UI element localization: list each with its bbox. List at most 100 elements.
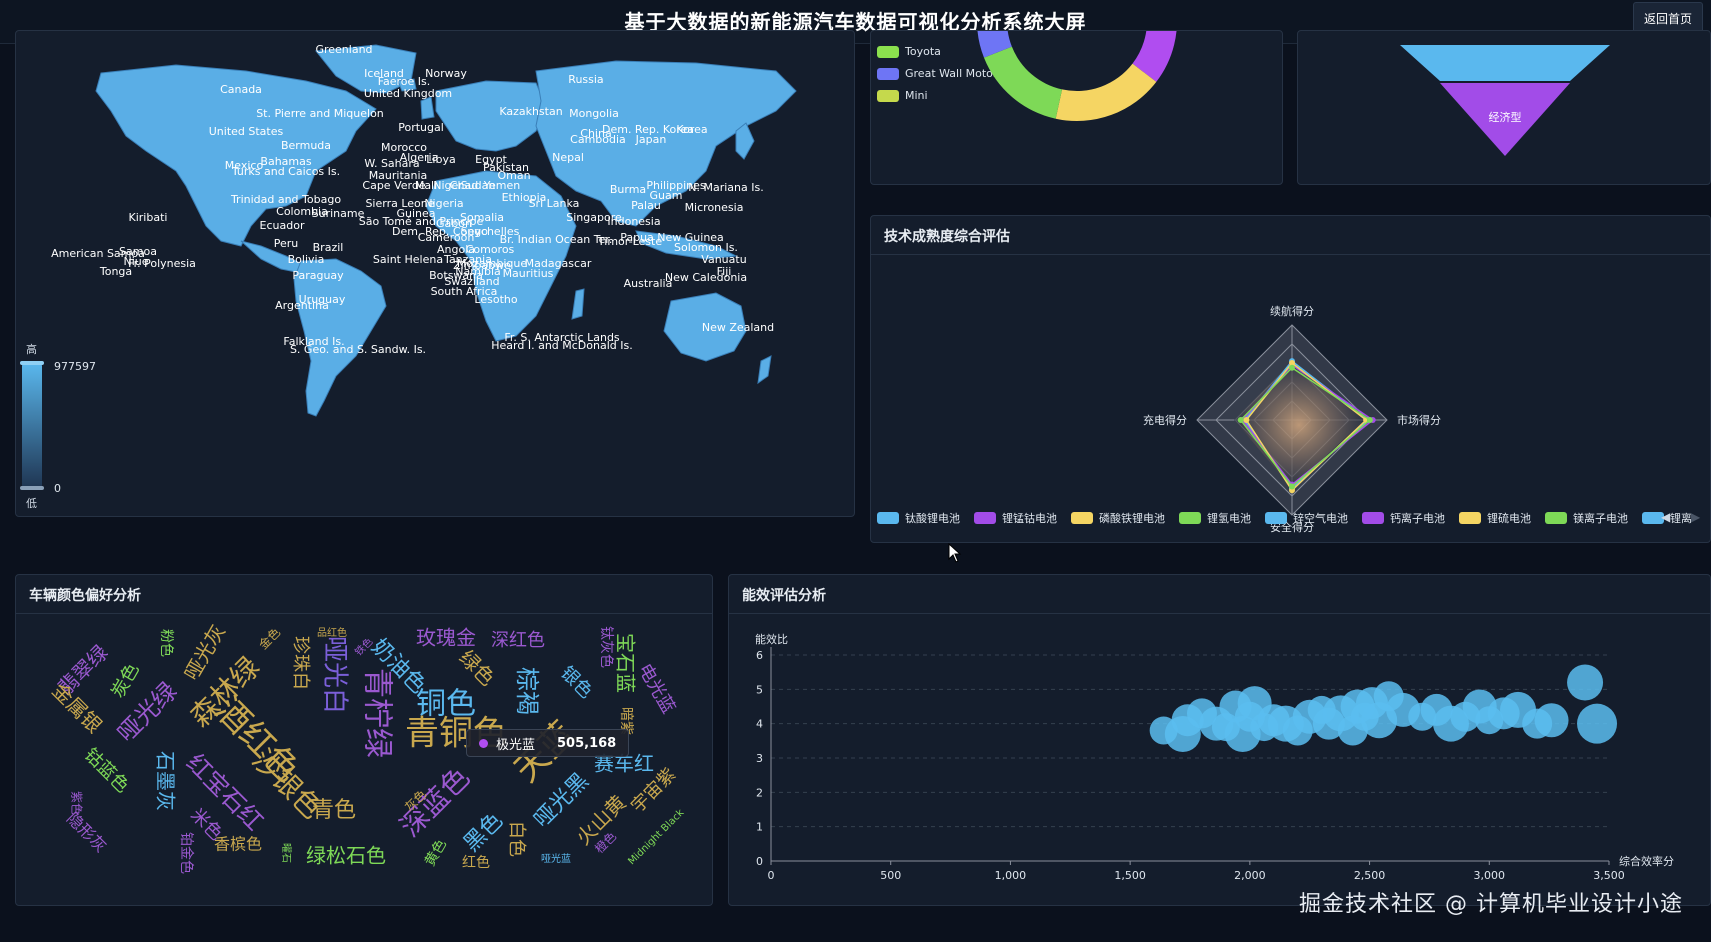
country-label: Tonga xyxy=(99,265,132,278)
radar-point[interactable] xyxy=(1289,483,1295,490)
country-label: Mali xyxy=(415,179,437,192)
word-cloud-word[interactable]: 绿色 xyxy=(454,645,499,690)
land-madagascar[interactable] xyxy=(571,288,585,320)
radar-point[interactable] xyxy=(1237,417,1244,423)
scatter-point[interactable] xyxy=(1567,664,1604,701)
x-tick-label: 0 xyxy=(768,869,775,882)
word-cloud-word[interactable]: 电光蓝 xyxy=(634,660,679,717)
country-label: S. Geo. and S. Sandw. Is. xyxy=(290,343,426,356)
word-cloud-word[interactable]: Midnight Black xyxy=(626,807,686,867)
word-cloud-word[interactable]: 哑光白 xyxy=(320,636,350,714)
efficiency-scatter-chart[interactable]: 0 1 2 3 4 5 6 0 500 1,000 1,500 2,000 2,500 3,000 3,50… xyxy=(729,613,1711,906)
legend-swatch xyxy=(974,512,996,524)
radar-point[interactable] xyxy=(1366,417,1373,423)
radar-legend-item[interactable]: 镁离子电池 xyxy=(1545,510,1628,526)
legend-label: 锂锰钴电池 xyxy=(1002,512,1057,525)
scatter-point[interactable] xyxy=(1534,703,1569,738)
country-label: Cameroon xyxy=(418,231,475,244)
scatter-point[interactable] xyxy=(1577,703,1618,744)
radar-axis-label: 充电得分 xyxy=(1143,413,1187,427)
y-tick-label: 0 xyxy=(756,855,763,868)
legend-label: 镁离子电池 xyxy=(1573,512,1628,525)
word-cloud-word[interactable]: 香槟色 xyxy=(214,835,262,854)
legend-prev-icon[interactable]: ◀ xyxy=(1661,510,1670,524)
word-cloud-word[interactable]: 曜石 xyxy=(280,843,292,863)
word-cloud-word[interactable]: 黑色 xyxy=(459,808,508,857)
word-cloud-word[interactable]: 红色 xyxy=(462,854,490,871)
land-uk[interactable] xyxy=(420,96,435,120)
word-cloud-word[interactable]: 粉色 xyxy=(158,629,175,657)
country-label: Bermuda xyxy=(281,139,331,152)
word-cloud-word[interactable]: 隐形灰 xyxy=(63,809,110,856)
country-label: Bolivia xyxy=(288,253,325,266)
word-cloud-word[interactable]: 紫色 xyxy=(70,791,84,815)
country-label: Libya xyxy=(426,153,455,166)
visual-map-bar[interactable] xyxy=(22,363,42,488)
word-cloud-word[interactable]: 银色 xyxy=(556,662,596,702)
y-tick-label: 4 xyxy=(756,718,763,731)
world-map[interactable]: GreenlandIcelandFaeroe Is.Norway RussiaCa… xyxy=(16,31,855,517)
tooltip-name: 极光蓝 xyxy=(496,737,536,753)
legend-swatch xyxy=(1459,512,1481,524)
word-cloud-word[interactable]: 青色 xyxy=(312,798,356,823)
x-tick-label: 3,500 xyxy=(1593,869,1625,882)
word-cloud-tooltip: 极光蓝 505,168 xyxy=(466,729,630,757)
country-label: Norway xyxy=(425,67,467,80)
legend-swatch xyxy=(1545,512,1567,524)
radar-legend-item[interactable]: 锂锰钴电池 xyxy=(974,510,1057,526)
word-cloud-word[interactable]: 铂金色 xyxy=(178,832,195,874)
y-axis-label: 能效比 xyxy=(755,632,788,646)
visual-map-handle-bottom[interactable] xyxy=(20,486,44,490)
efficiency-title: 能效评估分析 xyxy=(742,588,826,604)
radar-legend-item[interactable]: 钙离子电池 xyxy=(1362,510,1445,526)
radar-axis-label: 市场得分 xyxy=(1397,413,1441,427)
word-cloud-word[interactable]: 品红色 xyxy=(317,626,347,639)
donut-slice[interactable] xyxy=(983,46,1063,119)
word-cloud-word[interactable]: 玫瑰金 xyxy=(416,626,476,650)
word-cloud-word[interactable]: 宝石蓝 xyxy=(614,633,638,693)
funnel-chart[interactable]: 经济型 xyxy=(1298,31,1711,185)
word-cloud-word[interactable]: 金色 xyxy=(255,624,283,652)
word-cloud-word[interactable]: 钴蓝色 xyxy=(80,744,133,797)
country-label: Portugal xyxy=(398,121,444,134)
word-cloud-word[interactable]: 炭色 xyxy=(107,660,143,702)
brand-share-panel: Toyota Great Wall Motors Mini xyxy=(870,30,1283,185)
visual-map-legend[interactable]: 高 低 977597 0 xyxy=(20,342,96,510)
donut-slice[interactable] xyxy=(1055,63,1157,121)
word-cloud-word[interactable]: 珍珠白 xyxy=(290,636,311,690)
legend-swatch xyxy=(877,512,899,524)
country-label: Turks and Caicos Is. xyxy=(231,165,340,178)
word-cloud-word[interactable]: 石墨灰 xyxy=(154,751,178,811)
legend-next-icon[interactable]: ▶ xyxy=(1691,510,1700,524)
radar-legend-item[interactable]: 锂氢电池 xyxy=(1179,510,1251,526)
word-cloud-word[interactable]: 棕褐 xyxy=(513,667,541,715)
radar-legend-item[interactable]: 锌空气电池 xyxy=(1265,510,1348,526)
radar-chart[interactable]: 续航得分市场得分安全得分充电得分 xyxy=(871,254,1711,543)
visual-map-high-text: 高 xyxy=(26,342,37,356)
word-cloud-word[interactable]: 绿松石色 xyxy=(306,844,386,868)
word-cloud-word[interactable]: 钛灰色 xyxy=(598,626,615,668)
funnel-segment-top[interactable] xyxy=(1400,45,1610,81)
radar-point[interactable] xyxy=(1243,417,1250,423)
land-new-zealand[interactable] xyxy=(757,355,772,385)
radar-legend-item[interactable]: 钛酸锂电池 xyxy=(877,510,960,526)
word-cloud-word[interactable]: 黄色 xyxy=(421,836,450,869)
radar-point[interactable] xyxy=(1289,364,1295,371)
word-cloud-word[interactable]: 白色 xyxy=(506,821,527,857)
word-cloud-word[interactable]: 深红色 xyxy=(491,630,545,651)
word-cloud-word[interactable]: 青柠绿 xyxy=(360,668,395,758)
brand-donut-chart[interactable] xyxy=(871,31,1283,185)
country-label: Ecuador xyxy=(260,219,305,232)
visual-map-max: 977597 xyxy=(54,360,96,373)
x-tick-label: 2,000 xyxy=(1234,869,1266,882)
visual-map-handle-top[interactable] xyxy=(20,361,44,365)
radar-legend-item[interactable]: 磷酸铁锂电池 xyxy=(1071,510,1165,526)
country-label: Nepal xyxy=(552,151,584,164)
word-cloud[interactable]: 翡翠绿金属银 炭色哑光绿粉色 哑光灰森林绿 珍珠白 哑光白 奶油色玫瑰金 深红色绿色铜色青柠… xyxy=(16,613,713,906)
land-japan[interactable] xyxy=(735,122,755,160)
y-tick-label: 2 xyxy=(756,786,763,799)
tech-maturity-panel: 技术成熟度综合评估 续航得分 市场得分 安全得分 充电得分 钛酸锂电池 锂锰钴电池 磷酸铁… xyxy=(870,215,1711,543)
funnel-panel: 经济型 xyxy=(1297,30,1711,185)
radar-legend-item[interactable]: 锂硫电池 xyxy=(1459,510,1531,526)
word-cloud-word[interactable]: 哑光蓝 xyxy=(541,852,571,865)
